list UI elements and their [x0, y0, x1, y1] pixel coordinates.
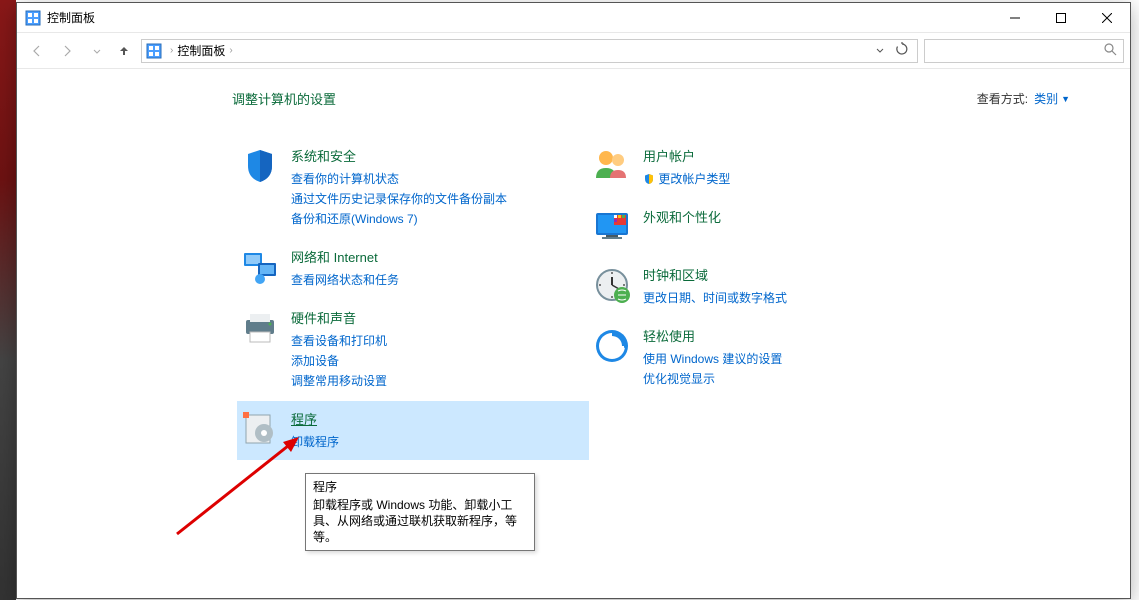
- close-button[interactable]: [1084, 3, 1130, 33]
- minimize-button[interactable]: [992, 3, 1038, 33]
- category-clock-region: 时钟和区域 更改日期、时间或数字格式: [589, 257, 941, 316]
- search-icon[interactable]: [1103, 42, 1117, 59]
- category-column-left: 系统和安全 查看你的计算机状态 通过文件历史记录保存你的文件备份副本 备份和还原…: [237, 138, 589, 462]
- clock-icon: [589, 265, 635, 305]
- view-mode-selector: 查看方式: 类别 ▼: [977, 90, 1070, 107]
- category-link[interactable]: 调整常用移动设置: [291, 371, 579, 391]
- category-title[interactable]: 轻松使用: [643, 326, 931, 345]
- address-icon: [146, 43, 162, 59]
- up-button[interactable]: [113, 39, 135, 63]
- address-dropdown[interactable]: [871, 44, 889, 58]
- content-area: 调整计算机的设置 查看方式: 类别 ▼ 系统和安全 查看你的计算机状态 通过文件…: [17, 69, 1130, 462]
- title-bar: 控制面板: [17, 3, 1130, 33]
- breadcrumb-root[interactable]: 控制面板: [177, 42, 225, 59]
- back-button[interactable]: [23, 39, 51, 63]
- ease-of-access-icon: [589, 326, 635, 366]
- category-title[interactable]: 程序: [291, 409, 579, 428]
- monitor-icon: [589, 207, 635, 247]
- category-title[interactable]: 系统和安全: [291, 146, 579, 165]
- control-panel-icon: [25, 10, 41, 26]
- forward-button[interactable]: [53, 39, 81, 63]
- view-label: 查看方式:: [977, 90, 1028, 107]
- category-link[interactable]: 卸载程序: [291, 432, 579, 452]
- category-system-security: 系统和安全 查看你的计算机状态 通过文件历史记录保存你的文件备份副本 备份和还原…: [237, 138, 589, 237]
- category-title[interactable]: 网络和 Internet: [291, 247, 579, 266]
- category-title[interactable]: 外观和个性化: [643, 207, 931, 226]
- category-network: 网络和 Internet 查看网络状态和任务: [237, 239, 589, 298]
- category-link[interactable]: 更改日期、时间或数字格式: [643, 288, 931, 308]
- navigation-bar: › 控制面板 ›: [17, 33, 1130, 69]
- printer-icon: [237, 308, 283, 348]
- breadcrumb-separator[interactable]: ›: [229, 45, 232, 56]
- refresh-button[interactable]: [891, 42, 913, 59]
- category-link[interactable]: 查看网络状态和任务: [291, 270, 579, 290]
- category-link[interactable]: 查看你的计算机状态: [291, 169, 579, 189]
- shield-icon: [237, 146, 283, 186]
- category-appearance: 外观和个性化: [589, 199, 941, 255]
- category-link[interactable]: 添加设备: [291, 351, 579, 371]
- category-link[interactable]: 备份和还原(Windows 7): [291, 209, 579, 229]
- search-input[interactable]: [931, 44, 1103, 58]
- search-box[interactable]: [924, 39, 1124, 63]
- users-icon: [589, 146, 635, 186]
- network-icon: [237, 247, 283, 287]
- control-panel-window: 控制面板 › 控制面板 › 调整计算机的设置: [16, 2, 1131, 599]
- category-link[interactable]: 更改帐户类型: [643, 169, 931, 189]
- category-column-right: 用户帐户 更改帐户类型 外观和个性化 时钟和区域 更改日期、时间或数字格式: [589, 138, 941, 462]
- category-link[interactable]: 优化视觉显示: [643, 369, 931, 389]
- programs-icon: [237, 409, 283, 449]
- category-link[interactable]: 查看设备和打印机: [291, 331, 579, 351]
- tooltip-body: 卸载程序或 Windows 功能、卸载小工具、从网络或通过联机获取新程序，等等。: [313, 497, 527, 545]
- maximize-button[interactable]: [1038, 3, 1084, 33]
- page-title: 调整计算机的设置: [232, 89, 336, 108]
- view-mode-link[interactable]: 类别: [1034, 90, 1058, 107]
- address-bar[interactable]: › 控制面板 ›: [141, 39, 918, 63]
- breadcrumb-separator: ›: [170, 45, 173, 56]
- category-link[interactable]: 通过文件历史记录保存你的文件备份副本: [291, 189, 579, 209]
- category-hardware: 硬件和声音 查看设备和打印机 添加设备 调整常用移动设置: [237, 300, 589, 399]
- category-title[interactable]: 用户帐户: [643, 146, 931, 165]
- recent-dropdown[interactable]: [83, 39, 111, 63]
- tooltip-title: 程序: [313, 479, 527, 495]
- category-title[interactable]: 硬件和声音: [291, 308, 579, 327]
- chevron-down-icon[interactable]: ▼: [1061, 94, 1070, 104]
- tooltip: 程序 卸载程序或 Windows 功能、卸载小工具、从网络或通过联机获取新程序，…: [305, 473, 535, 551]
- category-ease-of-access: 轻松使用 使用 Windows 建议的设置 优化视觉显示: [589, 318, 941, 397]
- category-user-accounts: 用户帐户 更改帐户类型: [589, 138, 941, 197]
- category-link[interactable]: 使用 Windows 建议的设置: [643, 349, 931, 369]
- uac-shield-icon: [643, 173, 655, 185]
- window-title: 控制面板: [47, 9, 95, 26]
- category-programs[interactable]: 程序 卸载程序: [237, 401, 589, 460]
- category-title[interactable]: 时钟和区域: [643, 265, 931, 284]
